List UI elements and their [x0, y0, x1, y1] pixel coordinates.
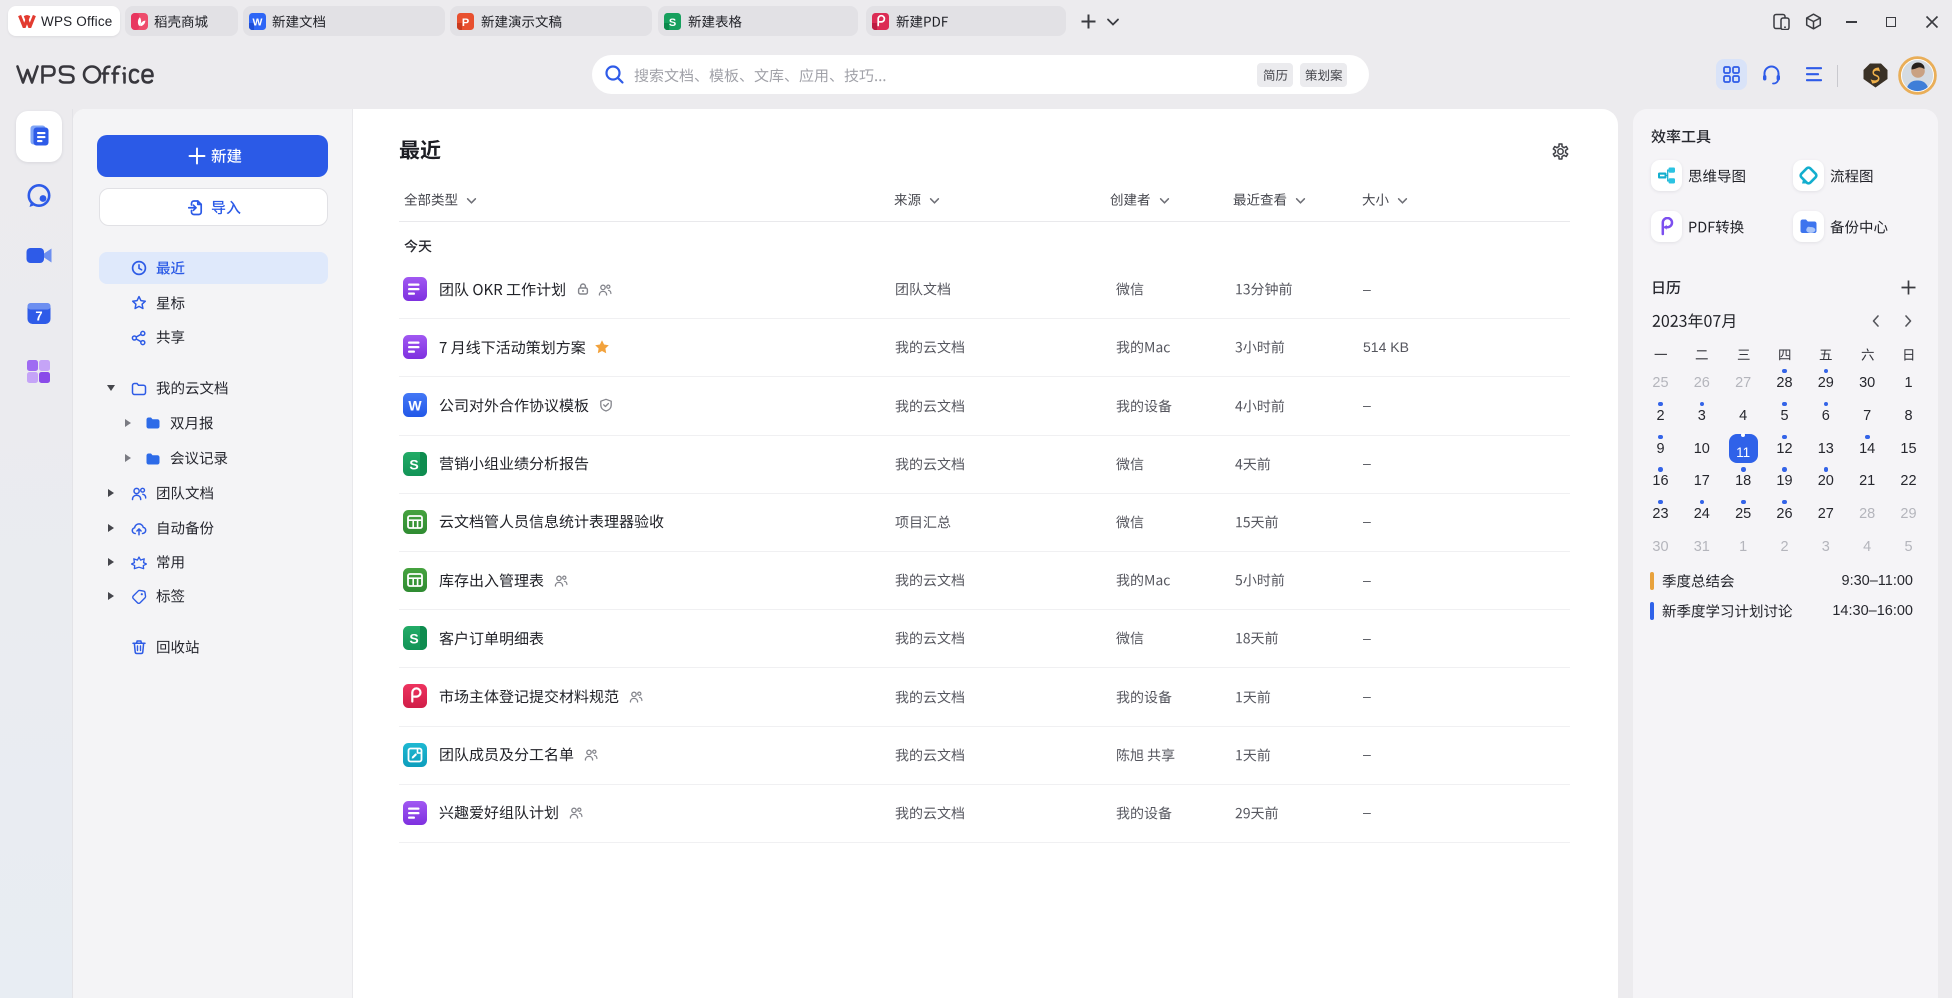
svg-text:7: 7	[35, 309, 42, 324]
svg-text:W: W	[253, 17, 263, 29]
svg-text:P: P	[462, 17, 469, 29]
svg-text:W: W	[408, 398, 422, 414]
svg-text:S: S	[409, 456, 418, 472]
svg-text:S: S	[409, 630, 418, 646]
svg-text:S: S	[669, 17, 676, 29]
